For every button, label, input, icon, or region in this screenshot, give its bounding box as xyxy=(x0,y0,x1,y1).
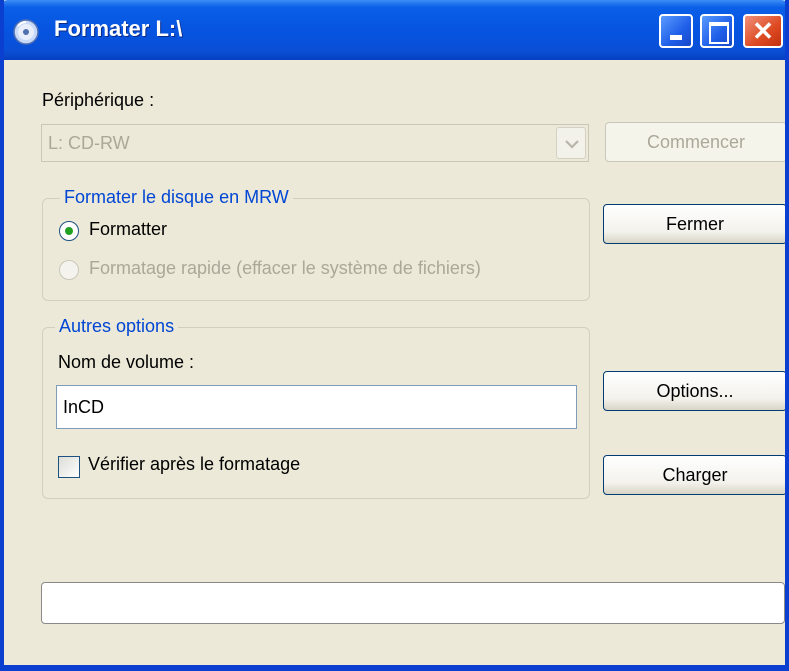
radio-format-quick[interactable] xyxy=(59,260,79,280)
maximize-button[interactable] xyxy=(700,14,734,48)
radio-format-quick-label[interactable]: Formatage rapide (effacer le système de … xyxy=(89,258,481,279)
radio-selected-dot xyxy=(65,227,73,235)
verify-after-format-checkbox[interactable] xyxy=(58,456,80,478)
device-selected-value: L: CD-RW xyxy=(48,133,130,153)
verify-after-format-label[interactable]: Vérifier après le formatage xyxy=(88,454,300,475)
window-title: Formater L:\ xyxy=(54,16,183,41)
title-bar[interactable]: Formater L:\ ✕ xyxy=(4,0,785,60)
window-bottom-border xyxy=(4,665,785,671)
volume-name-input[interactable] xyxy=(56,385,577,429)
progress-bar xyxy=(41,582,785,624)
radio-format-full-label[interactable]: Formatter xyxy=(89,219,167,240)
device-dropdown[interactable]: L: CD-RW xyxy=(41,124,589,162)
dropdown-arrow-button[interactable] xyxy=(556,127,586,159)
minimize-icon xyxy=(670,35,682,40)
other-options-legend: Autres options xyxy=(55,316,179,337)
cd-drive-icon xyxy=(13,19,39,45)
radio-format-full[interactable] xyxy=(59,221,79,241)
close-window-button[interactable]: ✕ xyxy=(743,14,783,48)
maximize-icon xyxy=(709,22,729,44)
options-button[interactable]: Options... xyxy=(603,371,785,411)
start-button[interactable]: Commencer xyxy=(605,122,785,162)
close-button[interactable]: Fermer xyxy=(603,204,785,244)
device-label: Périphérique : xyxy=(42,90,155,110)
close-icon: ✕ xyxy=(752,16,774,46)
volume-name-label: Nom de volume : xyxy=(58,352,195,372)
load-button[interactable]: Charger xyxy=(603,455,785,495)
format-mode-group xyxy=(42,198,590,301)
minimize-button[interactable] xyxy=(659,14,693,48)
chevron-down-icon xyxy=(565,140,579,149)
format-dialog: Formater L:\ ✕ Périphérique : L: CD-RW C… xyxy=(0,0,789,671)
format-group-legend: Formater le disque en MRW xyxy=(60,187,293,208)
